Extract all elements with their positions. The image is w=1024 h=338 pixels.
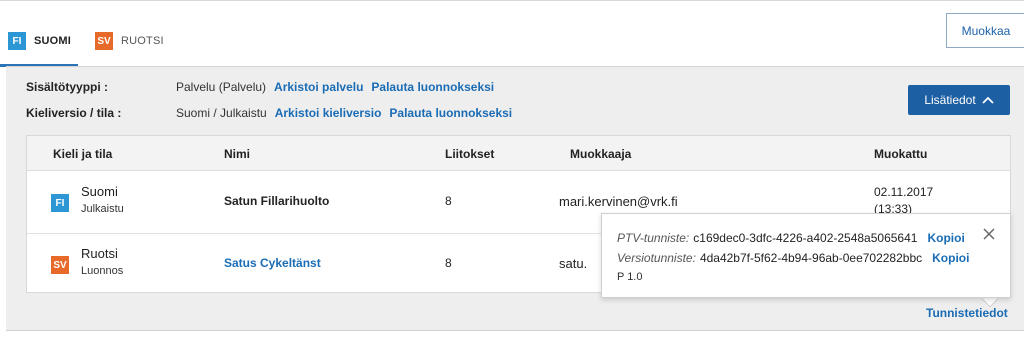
fi-language-badge-icon: FI xyxy=(51,194,69,212)
content-type-label: Sisältötyyppi : xyxy=(26,80,109,94)
language-version-value: Suomi / Julkaistu xyxy=(176,106,267,120)
chevron-up-icon xyxy=(982,96,994,104)
row-connections: 8 xyxy=(445,194,452,208)
ptv-identifier-label: PTV-tunniste: xyxy=(617,231,690,245)
more-info-label: Lisätiedot xyxy=(924,93,976,107)
copy-version-identifier-button[interactable]: Kopioi xyxy=(932,251,969,265)
sv-language-badge-icon: SV xyxy=(95,32,113,50)
column-header-editor: Muokkaaja xyxy=(570,147,632,161)
row-service-name: Satun Fillarihuolto xyxy=(224,194,330,208)
sv-language-badge-icon: SV xyxy=(51,256,69,274)
row-modified-date: 02.11.2017 xyxy=(874,185,934,199)
column-header-modified: Muokattu xyxy=(874,147,928,161)
fi-language-badge-icon: FI xyxy=(8,32,26,50)
column-header-connections: Liitokset xyxy=(445,147,495,161)
column-header-language: Kieli ja tila xyxy=(53,147,113,161)
tab-suomi[interactable]: FI SUOMI xyxy=(8,31,71,51)
table-header: Kieli ja tila Nimi Liitokset Muokkaaja M… xyxy=(27,136,1010,171)
tab-suomi-label: SUOMI xyxy=(34,35,72,47)
version-number: P 1.0 xyxy=(617,271,643,283)
identifiers-popup: PTV-tunniste: c169dec0-3dfc-4226-a402-25… xyxy=(601,213,1011,298)
column-header-name: Nimi xyxy=(224,147,251,161)
archive-service-link[interactable]: Arkistoi palvelu xyxy=(274,80,363,94)
edit-button[interactable]: Muokkaa xyxy=(946,13,1024,48)
row-service-name-link[interactable]: Satus Cykeltänst xyxy=(224,256,321,270)
language-cell: FI Suomi Julkaistu xyxy=(51,184,124,215)
row-language-name: Ruotsi xyxy=(81,246,118,261)
row-connections: 8 xyxy=(445,256,452,270)
ptv-identifier-value: c169dec0-3dfc-4226-a402-2548a5065641 xyxy=(693,231,918,245)
restore-draft-service-link[interactable]: Palauta luonnokseksi xyxy=(371,80,494,94)
panel-divider xyxy=(6,330,1024,331)
archive-language-version-link[interactable]: Arkistoi kieliversio xyxy=(275,106,382,120)
language-tab-bar: FI SUOMI SV RUOTSI Muokkaa xyxy=(0,0,1024,67)
content-type-row: Sisältötyyppi : Palvelu (Palvelu) Arkist… xyxy=(26,80,494,94)
language-cell: SV Ruotsi Luonnos xyxy=(51,246,123,277)
row-editor: satu. xyxy=(559,256,588,271)
ptv-identifier-row: PTV-tunniste: c169dec0-3dfc-4226-a402-25… xyxy=(617,231,965,245)
row-status: Julkaistu xyxy=(81,203,124,215)
language-version-label: Kieliversio / tila : xyxy=(26,106,122,120)
version-identifier-row: Versiotunniste: 4da42b7f-5f62-4b94-96ab-… xyxy=(617,251,969,265)
restore-draft-language-link[interactable]: Palauta luonnokseksi xyxy=(389,106,512,120)
close-icon[interactable] xyxy=(981,226,997,242)
row-editor: mari.kervinen@vrk.fi xyxy=(559,194,678,209)
language-version-row: Kieliversio / tila : Suomi / Julkaistu A… xyxy=(26,106,512,120)
version-identifier-value: 4da42b7f-5f62-4b94-96ab-0ee702282bbc xyxy=(699,251,923,265)
tab-ruotsi[interactable]: SV RUOTSI xyxy=(95,31,164,51)
content-type-value: Palvelu (Palvelu) xyxy=(176,80,267,94)
row-status: Luonnos xyxy=(81,265,124,277)
more-info-button[interactable]: Lisätiedot xyxy=(908,85,1010,115)
identifiers-link[interactable]: Tunnistetiedot xyxy=(926,306,1008,320)
row-language-name: Suomi xyxy=(81,184,118,199)
copy-ptv-identifier-button[interactable]: Kopioi xyxy=(927,231,964,245)
version-identifier-label: Versiotunniste: xyxy=(617,251,696,265)
tab-ruotsi-label: RUOTSI xyxy=(121,35,164,47)
